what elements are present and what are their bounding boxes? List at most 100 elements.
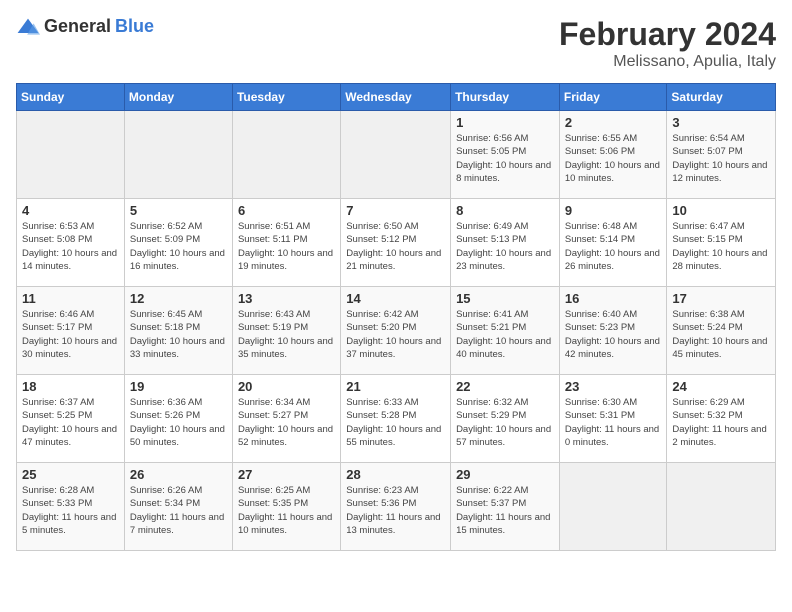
day-number: 23 bbox=[565, 379, 662, 394]
calendar-cell: 11Sunrise: 6:46 AM Sunset: 5:17 PM Dayli… bbox=[17, 287, 125, 375]
calendar-cell: 16 Sunrise: 6:40 AM Sunset: 5:23 PM Dayli… bbox=[559, 287, 667, 375]
day-info: Sunrise: 6:40 AM Sunset: 5:23 PM Dayligh… bbox=[565, 308, 662, 361]
day-header-row: SundayMondayTuesdayWednesdayThursdayFrid… bbox=[17, 84, 776, 111]
calendar-week-row: 1 Sunrise: 6:56 AM Sunset: 5:05 PM Daylig… bbox=[17, 111, 776, 199]
day-number: 9 bbox=[565, 203, 662, 218]
day-of-week-header: Sunday bbox=[17, 84, 125, 111]
calendar-week-row: 11Sunrise: 6:46 AM Sunset: 5:17 PM Dayli… bbox=[17, 287, 776, 375]
calendar-week-row: 25 Sunrise: 6:28 AM Sunset: 5:33 PM Dayli… bbox=[17, 463, 776, 551]
day-info: Sunrise: 6:38 AM Sunset: 5:24 PM Dayligh… bbox=[672, 308, 770, 361]
calendar-cell bbox=[232, 111, 340, 199]
day-of-week-header: Monday bbox=[124, 84, 232, 111]
day-number: 13 bbox=[238, 291, 335, 306]
calendar-cell bbox=[17, 111, 125, 199]
calendar-cell: 22 Sunrise: 6:32 AM Sunset: 5:29 PM Dayli… bbox=[451, 375, 560, 463]
calendar-cell: 17 Sunrise: 6:38 AM Sunset: 5:24 PM Dayli… bbox=[667, 287, 776, 375]
day-info: Sunrise: 6:32 AM Sunset: 5:29 PM Dayligh… bbox=[456, 396, 554, 449]
calendar-cell: 7Sunrise: 6:50 AM Sunset: 5:12 PM Daylig… bbox=[341, 199, 451, 287]
calendar-cell: 27 Sunrise: 6:25 AM Sunset: 5:35 PM Dayli… bbox=[232, 463, 340, 551]
day-number: 28 bbox=[346, 467, 445, 482]
day-info: Sunrise: 6:56 AM Sunset: 5:05 PM Dayligh… bbox=[456, 132, 554, 185]
day-number: 26 bbox=[130, 467, 227, 482]
day-number: 19 bbox=[130, 379, 227, 394]
calendar-cell: 29 Sunrise: 6:22 AM Sunset: 5:37 PM Dayli… bbox=[451, 463, 560, 551]
day-info: Sunrise: 6:36 AM Sunset: 5:26 PM Dayligh… bbox=[130, 396, 227, 449]
day-info: Sunrise: 6:43 AM Sunset: 5:19 PM Dayligh… bbox=[238, 308, 335, 361]
day-number: 2 bbox=[565, 115, 662, 130]
calendar-cell: 14 Sunrise: 6:42 AM Sunset: 5:20 PM Dayli… bbox=[341, 287, 451, 375]
calendar-header: SundayMondayTuesdayWednesdayThursdayFrid… bbox=[17, 84, 776, 111]
day-info: Sunrise: 6:46 AM Sunset: 5:17 PM Dayligh… bbox=[22, 308, 119, 361]
calendar-week-row: 18Sunrise: 6:37 AM Sunset: 5:25 PM Dayli… bbox=[17, 375, 776, 463]
day-number: 8 bbox=[456, 203, 554, 218]
day-info: Sunrise: 6:28 AM Sunset: 5:33 PM Dayligh… bbox=[22, 484, 119, 537]
day-info: Sunrise: 6:29 AM Sunset: 5:32 PM Dayligh… bbox=[672, 396, 770, 449]
calendar-cell: 10 Sunrise: 6:47 AM Sunset: 5:15 PM Dayli… bbox=[667, 199, 776, 287]
day-info: Sunrise: 6:22 AM Sunset: 5:37 PM Dayligh… bbox=[456, 484, 554, 537]
day-number: 14 bbox=[346, 291, 445, 306]
day-info: Sunrise: 6:41 AM Sunset: 5:21 PM Dayligh… bbox=[456, 308, 554, 361]
day-info: Sunrise: 6:55 AM Sunset: 5:06 PM Dayligh… bbox=[565, 132, 662, 185]
location: Melissano, Apulia, Italy bbox=[559, 53, 776, 71]
day-info: Sunrise: 6:42 AM Sunset: 5:20 PM Dayligh… bbox=[346, 308, 445, 361]
day-number: 10 bbox=[672, 203, 770, 218]
calendar-cell: 25 Sunrise: 6:28 AM Sunset: 5:33 PM Dayli… bbox=[17, 463, 125, 551]
title-block: February 2024 Melissano, Apulia, Italy bbox=[559, 16, 776, 71]
day-number: 6 bbox=[238, 203, 335, 218]
day-info: Sunrise: 6:25 AM Sunset: 5:35 PM Dayligh… bbox=[238, 484, 335, 537]
day-number: 22 bbox=[456, 379, 554, 394]
calendar-cell: 13 Sunrise: 6:43 AM Sunset: 5:19 PM Dayli… bbox=[232, 287, 340, 375]
calendar-cell: 3 Sunrise: 6:54 AM Sunset: 5:07 PM Daylig… bbox=[667, 111, 776, 199]
logo: General Blue bbox=[16, 16, 154, 37]
day-of-week-header: Friday bbox=[559, 84, 667, 111]
day-info: Sunrise: 6:23 AM Sunset: 5:36 PM Dayligh… bbox=[346, 484, 445, 537]
calendar-cell: 12 Sunrise: 6:45 AM Sunset: 5:18 PM Dayli… bbox=[124, 287, 232, 375]
month-year: February 2024 bbox=[559, 16, 776, 53]
page-header: General Blue February 2024 Melissano, Ap… bbox=[16, 16, 776, 71]
day-info: Sunrise: 6:34 AM Sunset: 5:27 PM Dayligh… bbox=[238, 396, 335, 449]
calendar-cell bbox=[124, 111, 232, 199]
day-of-week-header: Saturday bbox=[667, 84, 776, 111]
day-info: Sunrise: 6:48 AM Sunset: 5:14 PM Dayligh… bbox=[565, 220, 662, 273]
day-number: 3 bbox=[672, 115, 770, 130]
day-of-week-header: Thursday bbox=[451, 84, 560, 111]
calendar-cell: 4 Sunrise: 6:53 AM Sunset: 5:08 PM Daylig… bbox=[17, 199, 125, 287]
calendar-cell: 5Sunrise: 6:52 AM Sunset: 5:09 PM Daylig… bbox=[124, 199, 232, 287]
day-info: Sunrise: 6:53 AM Sunset: 5:08 PM Dayligh… bbox=[22, 220, 119, 273]
day-info: Sunrise: 6:54 AM Sunset: 5:07 PM Dayligh… bbox=[672, 132, 770, 185]
calendar-cell: 15 Sunrise: 6:41 AM Sunset: 5:21 PM Dayli… bbox=[451, 287, 560, 375]
calendar-table: SundayMondayTuesdayWednesdayThursdayFrid… bbox=[16, 83, 776, 551]
day-number: 18 bbox=[22, 379, 119, 394]
day-number: 25 bbox=[22, 467, 119, 482]
day-number: 17 bbox=[672, 291, 770, 306]
day-info: Sunrise: 6:45 AM Sunset: 5:18 PM Dayligh… bbox=[130, 308, 227, 361]
day-number: 15 bbox=[456, 291, 554, 306]
day-number: 4 bbox=[22, 203, 119, 218]
calendar-cell: 9 Sunrise: 6:48 AM Sunset: 5:14 PM Daylig… bbox=[559, 199, 667, 287]
day-info: Sunrise: 6:33 AM Sunset: 5:28 PM Dayligh… bbox=[346, 396, 445, 449]
day-number: 1 bbox=[456, 115, 554, 130]
calendar-cell: 23Sunrise: 6:30 AM Sunset: 5:31 PM Dayli… bbox=[559, 375, 667, 463]
logo-general-text: General bbox=[44, 16, 111, 37]
day-number: 12 bbox=[130, 291, 227, 306]
day-info: Sunrise: 6:52 AM Sunset: 5:09 PM Dayligh… bbox=[130, 220, 227, 273]
calendar-cell: 24 Sunrise: 6:29 AM Sunset: 5:32 PM Dayli… bbox=[667, 375, 776, 463]
calendar-cell: 1 Sunrise: 6:56 AM Sunset: 5:05 PM Daylig… bbox=[451, 111, 560, 199]
day-number: 24 bbox=[672, 379, 770, 394]
day-number: 29 bbox=[456, 467, 554, 482]
day-number: 27 bbox=[238, 467, 335, 482]
logo-blue-text: Blue bbox=[115, 16, 154, 37]
calendar-cell: 19 Sunrise: 6:36 AM Sunset: 5:26 PM Dayli… bbox=[124, 375, 232, 463]
day-of-week-header: Tuesday bbox=[232, 84, 340, 111]
calendar-cell: 18Sunrise: 6:37 AM Sunset: 5:25 PM Dayli… bbox=[17, 375, 125, 463]
logo-icon bbox=[16, 17, 40, 37]
calendar-cell bbox=[341, 111, 451, 199]
calendar-cell: 26Sunrise: 6:26 AM Sunset: 5:34 PM Dayli… bbox=[124, 463, 232, 551]
day-info: Sunrise: 6:47 AM Sunset: 5:15 PM Dayligh… bbox=[672, 220, 770, 273]
calendar-cell: 2 Sunrise: 6:55 AM Sunset: 5:06 PM Daylig… bbox=[559, 111, 667, 199]
day-info: Sunrise: 6:50 AM Sunset: 5:12 PM Dayligh… bbox=[346, 220, 445, 273]
day-number: 21 bbox=[346, 379, 445, 394]
day-number: 16 bbox=[565, 291, 662, 306]
calendar-week-row: 4 Sunrise: 6:53 AM Sunset: 5:08 PM Daylig… bbox=[17, 199, 776, 287]
calendar-cell: 8Sunrise: 6:49 AM Sunset: 5:13 PM Daylig… bbox=[451, 199, 560, 287]
